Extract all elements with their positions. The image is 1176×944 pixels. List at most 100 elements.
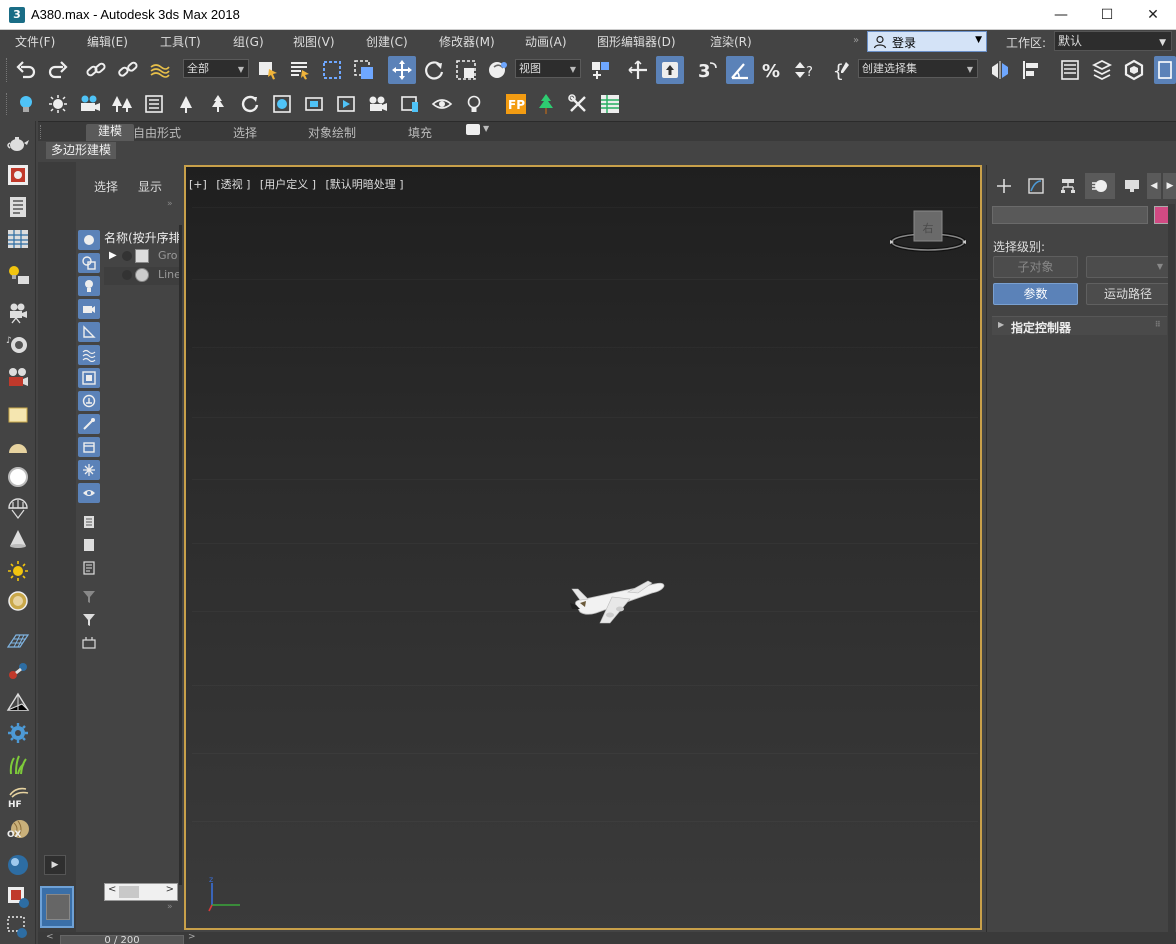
display-containers-filter[interactable] bbox=[78, 437, 100, 457]
sun-positioner-button[interactable] bbox=[4, 557, 32, 585]
sub-object-select[interactable]: ▼ bbox=[1086, 256, 1170, 278]
display-tab[interactable] bbox=[1117, 173, 1147, 199]
tabs-scroll-right-button[interactable]: ▶ bbox=[1163, 173, 1176, 199]
expand-explorer-button[interactable]: ▶ bbox=[44, 855, 66, 875]
minimize-button[interactable]: — bbox=[1038, 0, 1084, 30]
geosphere-button[interactable] bbox=[4, 495, 32, 523]
select-and-scale-button[interactable] bbox=[452, 56, 480, 84]
use-pivot-point-center-button[interactable] bbox=[586, 56, 614, 84]
select-and-link-button[interactable] bbox=[82, 56, 110, 84]
sphere-primitive-button[interactable] bbox=[4, 463, 32, 491]
tab-freeform[interactable]: 自由形式 bbox=[133, 124, 181, 141]
spreadsheet-button[interactable] bbox=[596, 90, 624, 118]
align-button[interactable] bbox=[1018, 56, 1046, 84]
display-cameras-filter[interactable] bbox=[78, 299, 100, 319]
tabs-scroll-left-button[interactable]: ◀ bbox=[1147, 173, 1161, 199]
mirror-button[interactable] bbox=[986, 56, 1014, 84]
render-image-button[interactable] bbox=[4, 161, 32, 189]
viewcube-face-label[interactable]: 右 bbox=[923, 221, 934, 235]
rendered-frame-window-button[interactable] bbox=[332, 90, 360, 118]
select-object-button[interactable] bbox=[254, 56, 282, 84]
camera-tool-button[interactable] bbox=[4, 299, 32, 327]
trajectories-button[interactable]: 运动路径 bbox=[1086, 283, 1170, 305]
select-by-name-button[interactable] bbox=[286, 56, 314, 84]
lights-button[interactable] bbox=[12, 90, 40, 118]
selection-filter-select[interactable]: 全部 ▼ bbox=[183, 59, 249, 78]
gear-settings-button[interactable] bbox=[4, 719, 32, 747]
percent-snap-toggle-button[interactable]: % bbox=[758, 56, 786, 84]
pyramid-button[interactable] bbox=[4, 689, 32, 717]
material-sphere-button[interactable] bbox=[4, 851, 32, 879]
display-helpers-filter[interactable] bbox=[78, 322, 100, 342]
time-slider[interactable]: 0 / 200 bbox=[60, 935, 184, 944]
visibility-eye-icon[interactable] bbox=[122, 251, 132, 261]
sound-button[interactable]: ♪ bbox=[4, 331, 32, 359]
time-slider-next-icon[interactable]: > bbox=[188, 932, 196, 942]
explorer-display-menu[interactable]: 显示 bbox=[138, 178, 162, 195]
workspace-select[interactable]: 默认 ▼ bbox=[1054, 31, 1172, 51]
display-frozen-filter[interactable] bbox=[78, 460, 100, 480]
display-shapes-filter[interactable] bbox=[78, 253, 100, 273]
menu-rendering[interactable]: 渲染(R) bbox=[710, 33, 752, 50]
spinner-snap-toggle-button[interactable]: ? bbox=[790, 56, 818, 84]
toggle-ribbon-button[interactable] bbox=[1120, 56, 1148, 84]
select-and-move-button[interactable] bbox=[388, 56, 416, 84]
ribbon-options-button[interactable] bbox=[466, 124, 480, 135]
viewport-shading-menu[interactable]: [默认明暗处理 ] bbox=[326, 178, 404, 191]
forest-tree-button[interactable] bbox=[532, 90, 560, 118]
filter-toggle-button[interactable] bbox=[78, 610, 100, 630]
hierarchy-tab[interactable] bbox=[1053, 173, 1083, 199]
display-lights-filter[interactable] bbox=[78, 276, 100, 296]
tab-object-paint[interactable]: 对象绘制 bbox=[308, 124, 356, 141]
active-layer-widget[interactable] bbox=[40, 886, 74, 928]
explorer-select-menu[interactable]: 选择 bbox=[94, 178, 118, 195]
bind-to-space-warp-button[interactable] bbox=[146, 56, 174, 84]
grid-surface-button[interactable] bbox=[4, 627, 32, 655]
tab-populate[interactable]: 填充 bbox=[408, 124, 432, 141]
menu-group[interactable]: 组(G) bbox=[233, 33, 264, 50]
menu-tools[interactable]: 工具(T) bbox=[160, 33, 201, 50]
bone-button[interactable] bbox=[4, 657, 32, 685]
expand-triangle-icon[interactable]: ▶ bbox=[109, 250, 117, 261]
sun-light-button[interactable] bbox=[44, 90, 72, 118]
chevron-down-icon[interactable]: ▼ bbox=[483, 124, 489, 133]
ox-texture-button[interactable]: OX bbox=[4, 815, 32, 843]
snaps-toggle-button[interactable]: 3 bbox=[694, 56, 722, 84]
chevron-right-double-icon[interactable]: » bbox=[167, 902, 173, 912]
cameras-button[interactable] bbox=[76, 90, 104, 118]
hemisphere-primitive-button[interactable] bbox=[4, 433, 32, 461]
foliage-button[interactable] bbox=[108, 90, 136, 118]
disc-button[interactable] bbox=[4, 587, 32, 615]
conifer-button[interactable] bbox=[204, 90, 232, 118]
menu-modifiers[interactable]: 修改器(M) bbox=[439, 33, 495, 50]
render-setup-button[interactable] bbox=[300, 90, 328, 118]
material-editor-button[interactable] bbox=[268, 90, 296, 118]
plane-primitive-button[interactable] bbox=[4, 401, 32, 429]
scroll-thumb[interactable] bbox=[119, 886, 139, 898]
a380-airplane-model[interactable] bbox=[570, 579, 668, 627]
angle-snap-toggle-button[interactable] bbox=[726, 56, 754, 84]
command-panel-scrollbar[interactable] bbox=[1168, 204, 1175, 944]
redo-button[interactable] bbox=[44, 56, 72, 84]
tools-button[interactable] bbox=[564, 90, 592, 118]
tree-row[interactable]: Line bbox=[104, 267, 180, 285]
grass-button[interactable] bbox=[4, 751, 32, 779]
teapot-create-button[interactable] bbox=[4, 129, 32, 157]
display-groups-filter[interactable] bbox=[78, 368, 100, 388]
render-preview-button[interactable] bbox=[428, 90, 456, 118]
display-geometry-filter[interactable] bbox=[78, 230, 100, 250]
maximize-button[interactable]: ☐ bbox=[1084, 0, 1130, 30]
menu-overflow-chevron-icon[interactable]: » bbox=[853, 35, 859, 46]
menu-create[interactable]: 创建(C) bbox=[366, 33, 408, 50]
sub-object-button[interactable]: 子对象 bbox=[993, 256, 1078, 278]
select-and-rotate-button[interactable] bbox=[420, 56, 448, 84]
toggle-command-panel-button[interactable] bbox=[1154, 56, 1176, 84]
display-none-button[interactable] bbox=[78, 535, 100, 555]
film-camera-button[interactable] bbox=[4, 363, 32, 391]
reference-coordinate-system-select[interactable]: 视图 ▼ bbox=[515, 59, 581, 78]
toggle-layer-explorer-button[interactable] bbox=[1088, 56, 1116, 84]
display-space-warps-filter[interactable] bbox=[78, 345, 100, 365]
cone-primitive-button[interactable] bbox=[4, 525, 32, 553]
menu-animation[interactable]: 动画(A) bbox=[525, 33, 567, 50]
window-crossing-button[interactable] bbox=[350, 56, 378, 84]
